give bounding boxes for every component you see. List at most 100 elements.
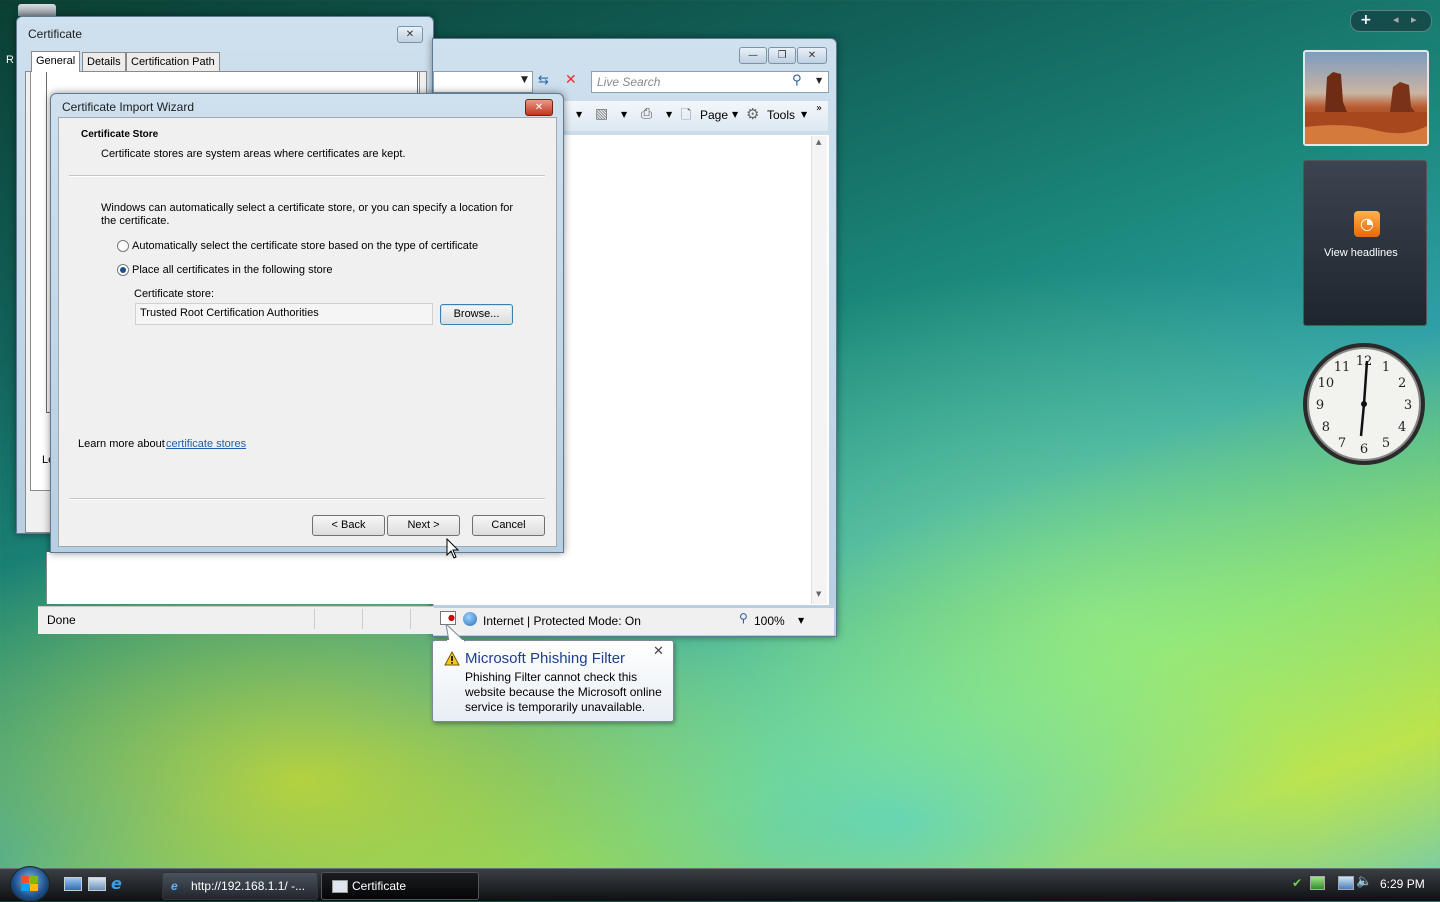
page-menu-button[interactable]: Page bbox=[700, 108, 728, 122]
tools-menu-button[interactable]: Tools bbox=[767, 108, 795, 122]
page-icon[interactable]: 🗋 bbox=[681, 106, 691, 128]
address-bar[interactable] bbox=[433, 71, 533, 93]
certificate-store-field[interactable]: Trusted Root Certification Authorities bbox=[135, 303, 433, 325]
refresh-icon[interactable]: ⇆ bbox=[538, 73, 549, 88]
status-bar: ● Internet | Protected Mode: On ⚲ 100% ▼ bbox=[433, 607, 834, 635]
back-button[interactable]: < Back bbox=[312, 515, 385, 536]
option-place-label[interactable]: Place all certificates in the following … bbox=[132, 264, 333, 276]
balloon-line2: website because the Microsoft online bbox=[465, 685, 662, 699]
tools-dropdown-icon[interactable]: ▼ bbox=[801, 110, 807, 119]
tray-network-icon[interactable] bbox=[1338, 876, 1354, 890]
balloon-pointer bbox=[445, 624, 466, 642]
print-icon[interactable]: ⎙ bbox=[641, 106, 652, 122]
radio-auto-select[interactable] bbox=[117, 240, 129, 252]
tray-volume-muted-icon[interactable]: 🔈 bbox=[1356, 874, 1372, 889]
search-options-icon[interactable]: ▼ bbox=[816, 76, 822, 85]
view-headlines-label[interactable]: View headlines bbox=[1324, 247, 1398, 259]
taskbar-item-ie-label: http://192.168.1.1/ -... bbox=[191, 879, 306, 893]
stop-icon[interactable]: ✕ bbox=[565, 72, 577, 88]
taskbar-item-ie[interactable]: e http://192.168.1.1/ -... bbox=[162, 872, 318, 900]
page-dropdown-icon[interactable]: ▼ bbox=[732, 110, 738, 119]
option-auto-label[interactable]: Automatically select the certificate sto… bbox=[132, 240, 478, 252]
phishing-status-icon[interactable]: ● bbox=[440, 611, 456, 625]
ie-scrollbar[interactable]: ▲ ▼ bbox=[811, 136, 827, 604]
radio-place-all[interactable] bbox=[117, 264, 129, 276]
wizard-header-desc: Certificate stores are system areas wher… bbox=[101, 148, 406, 160]
switch-windows-icon[interactable] bbox=[88, 877, 106, 891]
clock-numeral: 12 bbox=[1356, 354, 1373, 369]
desert-landscape-image bbox=[1305, 72, 1427, 144]
ie-taskbar-icon: e bbox=[171, 879, 178, 893]
wizard-close-button[interactable]: ✕ bbox=[525, 99, 553, 116]
clock-numeral: 10 bbox=[1318, 376, 1335, 391]
tab-certification-path[interactable]: Certification Path bbox=[126, 52, 220, 71]
clock-gadget[interactable]: 12 12 3 45678 9 1011 bbox=[1301, 341, 1427, 467]
search-icon[interactable]: ⚲ bbox=[792, 73, 802, 88]
sidebar-prev-button[interactable]: ◂ bbox=[1393, 13, 1399, 26]
browse-button[interactable]: Browse... bbox=[440, 304, 513, 325]
next-button[interactable]: Next > bbox=[387, 515, 460, 536]
zoom-dropdown-icon[interactable]: ▼ bbox=[798, 616, 804, 625]
certificate-close-button[interactable]: ✕ bbox=[397, 26, 423, 43]
tray-clock-time[interactable]: 6:29 PM bbox=[1380, 877, 1425, 891]
ie-minimize-button[interactable]: — bbox=[739, 47, 767, 64]
clock-numeral: 4 bbox=[1398, 420, 1406, 435]
feeds-icon[interactable]: ▧ bbox=[595, 106, 608, 122]
ie-maximize-button[interactable]: ❐ bbox=[768, 47, 796, 64]
start-orb-button[interactable] bbox=[10, 866, 50, 902]
wizard-body: Certificate Store Certificate stores are… bbox=[58, 117, 557, 547]
home-dropdown-icon[interactable]: ▼ bbox=[576, 110, 582, 119]
zoom-level[interactable]: 100% bbox=[754, 614, 785, 628]
phishing-balloon: Microsoft Phishing Filter ✕ Phishing Fil… bbox=[432, 640, 674, 722]
sidebar-next-button[interactable]: ▸ bbox=[1411, 13, 1417, 26]
balloon-line3: service is temporarily unavailable. bbox=[465, 700, 646, 714]
scroll-down-icon[interactable]: ▼ bbox=[816, 590, 821, 598]
balloon-line1: Phishing Filter cannot check this bbox=[465, 670, 638, 684]
tray-security-icon[interactable]: ✔ bbox=[1292, 876, 1302, 890]
learn-more-prefix: Learn more about bbox=[78, 438, 165, 450]
certificate-taskbar-icon bbox=[332, 880, 348, 893]
certificate-store-label: Certificate store: bbox=[134, 288, 215, 300]
address-dropdown-icon[interactable]: ▼ bbox=[521, 75, 528, 85]
balloon-close-icon[interactable]: ✕ bbox=[653, 644, 664, 659]
search-box[interactable]: Live Search ⚲ ▼ bbox=[591, 71, 829, 93]
scroll-up-icon[interactable]: ▲ bbox=[816, 138, 821, 146]
clock-numeral: 2 bbox=[1398, 376, 1406, 391]
tray-update-icon[interactable] bbox=[1310, 876, 1325, 890]
clock-numeral: 7 bbox=[1338, 436, 1346, 451]
certificate-store-value: Trusted Root Certification Authorities bbox=[140, 307, 319, 319]
print-dropdown-icon[interactable]: ▼ bbox=[666, 110, 672, 119]
warning-icon bbox=[444, 651, 460, 666]
status-bar-left: Done bbox=[38, 606, 434, 634]
wizard-title: Certificate Import Wizard bbox=[62, 100, 195, 114]
wizard-intro-line1: Windows can automatically select a certi… bbox=[101, 202, 514, 214]
feed-headlines-gadget[interactable]: ◔ View headlines bbox=[1303, 160, 1427, 326]
status-divider bbox=[314, 609, 315, 629]
tools-gear-icon[interactable]: ⚙ bbox=[746, 105, 759, 123]
feeds-dropdown-icon[interactable]: ▼ bbox=[621, 110, 627, 119]
search-input[interactable]: Live Search bbox=[597, 75, 660, 89]
zone-status-text[interactable]: Internet | Protected Mode: On bbox=[483, 614, 641, 628]
recycle-bin-label: R bbox=[6, 54, 14, 66]
cancel-button[interactable]: Cancel bbox=[472, 515, 545, 536]
taskbar-item-certificate[interactable]: Certificate bbox=[321, 872, 479, 900]
show-desktop-icon[interactable] bbox=[64, 877, 82, 891]
clock-numeral: 9 bbox=[1316, 398, 1324, 413]
chevron-more-icon[interactable]: » bbox=[816, 103, 822, 114]
mouse-cursor-icon bbox=[446, 538, 460, 559]
internet-explorer-icon[interactable]: e bbox=[111, 874, 122, 893]
slideshow-gadget[interactable] bbox=[1303, 50, 1429, 146]
certificate-stores-link[interactable]: certificate stores bbox=[166, 438, 246, 450]
tab-details[interactable]: Details bbox=[82, 52, 126, 71]
import-wizard-window: Certificate Import Wizard ✕ Certificate … bbox=[50, 93, 564, 553]
wizard-header-divider bbox=[69, 175, 545, 177]
tab-general[interactable]: General bbox=[31, 51, 81, 72]
rss-feed-icon: ◔ bbox=[1354, 211, 1380, 237]
ie-close-button[interactable]: ✕ bbox=[797, 47, 827, 64]
recycle-bin-icon[interactable] bbox=[18, 4, 56, 16]
clock-numeral: 1 bbox=[1382, 360, 1390, 375]
zoom-icon[interactable]: ⚲ bbox=[739, 611, 748, 625]
status-divider bbox=[410, 609, 411, 629]
sidebar-add-button[interactable]: + bbox=[1360, 12, 1372, 28]
clock-numeral: 8 bbox=[1322, 420, 1330, 435]
